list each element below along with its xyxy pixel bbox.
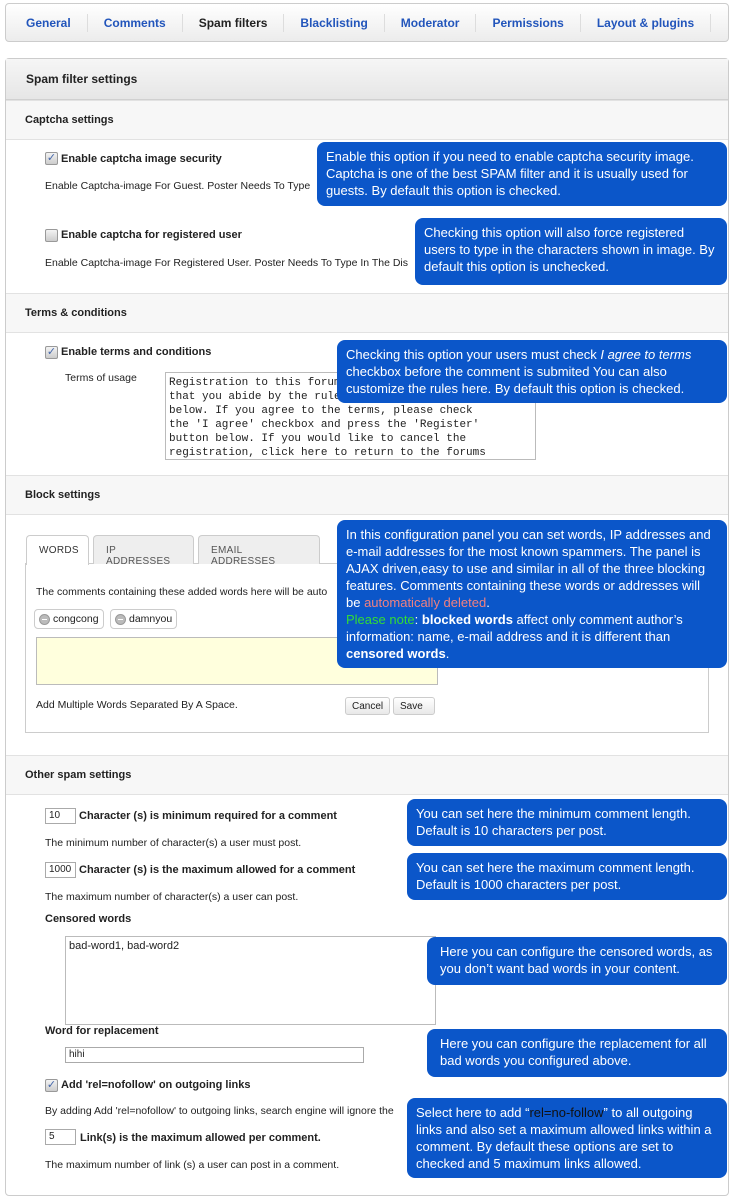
tab-moderator[interactable]: Moderator [393, 13, 477, 32]
min-length-label: Character (s) is minimum required for a … [79, 810, 337, 822]
tooltip-replacement: Here you can configure the replacement f… [427, 1029, 727, 1077]
tip-text: checkbox before the comment is submited … [346, 364, 685, 396]
panel-title: Spam filter settings [6, 59, 728, 100]
tip-code: rel=no-follow [529, 1105, 604, 1120]
max-links-input[interactable]: 5 [45, 1129, 76, 1145]
settings-tab-bar: General Comments Spam filters Blacklisti… [5, 3, 729, 42]
tooltip-censored: Here you can configure the censored word… [427, 937, 727, 985]
tip-text: Checking this option your users must che… [346, 347, 601, 362]
tooltip-block: In this configuration panel you can set … [337, 520, 727, 668]
tooltip-captcha-guest: Enable this option if you need to enable… [317, 142, 727, 206]
tooltip-links: Select here to add “rel=no-follow” to al… [407, 1098, 727, 1178]
tooltip-terms: Checking this option your users must che… [337, 340, 727, 403]
tip-text: : [414, 612, 422, 627]
censored-textarea[interactable]: bad-word1, bad-word2 [65, 936, 436, 1025]
block-hint: Add Multiple Words Separated By A Space. [36, 699, 238, 711]
tooltip-min-length: You can set here the minimum comment len… [407, 799, 727, 846]
captcha-registered-label: Enable captcha for registered user [61, 229, 242, 241]
max-links-label: Link(s) is the maximum allowed per comme… [80, 1132, 321, 1144]
tab-general[interactable]: General [18, 13, 88, 32]
captcha-guest-checkbox[interactable]: ✓ [45, 152, 58, 165]
tab-comments[interactable]: Comments [96, 13, 183, 32]
tab-permissions[interactable]: Permissions [484, 13, 581, 32]
word-chip[interactable]: congcong [34, 609, 104, 629]
tip-text: . [445, 646, 450, 661]
captcha-registered-desc: Enable Captcha-image For Registered User… [45, 257, 409, 269]
min-length-desc: The minimum number of character(s) a use… [45, 837, 302, 849]
tip-text: . [486, 595, 490, 610]
tip-note: Please note [346, 612, 415, 627]
nofollow-checkbox[interactable]: ✓ [45, 1079, 58, 1092]
terms-usage-label: Terms of usage [65, 372, 137, 384]
tip-bold: blocked words [421, 612, 513, 627]
tooltip-captcha-registered: Checking this option will also force reg… [415, 218, 727, 285]
captcha-guest-label: Enable captcha image security [61, 153, 222, 165]
captcha-registered-checkbox[interactable] [45, 229, 58, 242]
censored-label: Censored words [45, 913, 132, 925]
save-button[interactable]: Save [393, 697, 435, 715]
max-links-desc: The maximum number of link (s) a user ca… [45, 1159, 340, 1171]
max-length-input[interactable]: 1000 [45, 862, 76, 878]
terms-label: Enable terms and conditions [61, 346, 212, 358]
tab-layout-plugins[interactable]: Layout & plugins [589, 13, 712, 32]
tip-text: Select here to add “ [416, 1105, 530, 1120]
max-length-label: Character (s) is the maximum allowed for… [79, 864, 356, 876]
captcha-guest-desc: Enable Captcha-image For Guest. Poster N… [45, 180, 311, 192]
block-tab-words[interactable]: WORDS [26, 535, 89, 565]
section-header-other: Other spam settings [6, 755, 728, 795]
section-header-terms: Terms & conditions [6, 293, 728, 333]
section-header-captcha: Captcha settings [6, 100, 728, 140]
tab-spam-filters[interactable]: Spam filters [191, 13, 285, 32]
word-chip-label: damnyou [129, 613, 173, 625]
remove-icon[interactable] [39, 613, 50, 625]
max-length-desc: The maximum number of character(s) a use… [45, 891, 299, 903]
remove-icon[interactable] [115, 613, 126, 625]
terms-checkbox[interactable]: ✓ [45, 346, 58, 359]
cancel-button[interactable]: Cancel [345, 697, 391, 715]
block-tab-email[interactable]: EMAIL ADDRESSES [198, 535, 320, 567]
word-chip-label: congcong [53, 613, 99, 625]
tooltip-max-length: You can set here the maximum comment len… [407, 853, 727, 900]
tip-emphasis: I agree to terms [600, 347, 692, 362]
tab-blacklisting[interactable]: Blacklisting [292, 13, 385, 32]
nofollow-desc: By adding Add 'rel=nofollow' to outgoing… [45, 1105, 394, 1117]
replacement-input[interactable]: hihi [65, 1047, 364, 1063]
tip-bold: censored words [346, 646, 446, 661]
replacement-label: Word for replacement [45, 1025, 159, 1037]
min-length-input[interactable]: 10 [45, 808, 76, 824]
section-header-block: Block settings [6, 475, 728, 515]
nofollow-label: Add 'rel=nofollow' on outgoing links [61, 1079, 251, 1091]
tip-highlight: automatically deleted [364, 595, 487, 610]
word-chip[interactable]: damnyou [110, 609, 178, 629]
block-desc: The comments containing these added word… [36, 586, 328, 598]
block-tab-ip[interactable]: IP ADDRESSES [93, 535, 194, 567]
